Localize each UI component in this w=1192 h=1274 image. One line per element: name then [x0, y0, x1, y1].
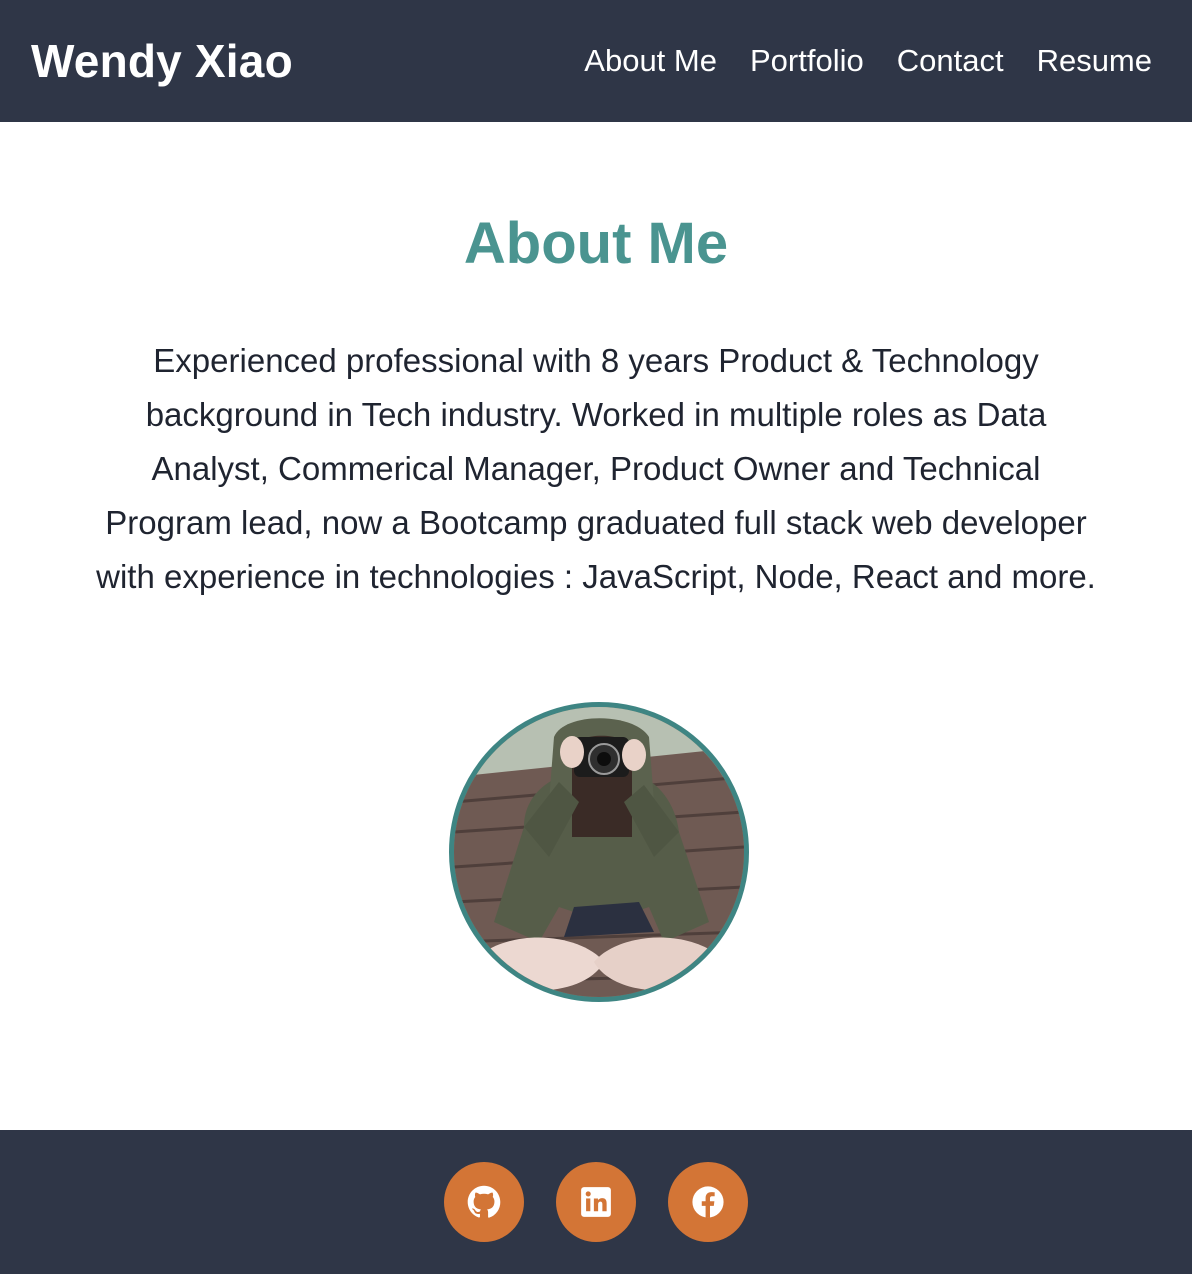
- linkedin-link[interactable]: [556, 1162, 636, 1242]
- site-header: Wendy Xiao About Me Portfolio Contact Re…: [0, 0, 1192, 122]
- site-footer: [0, 1130, 1192, 1274]
- nav-portfolio[interactable]: Portfolio: [750, 43, 864, 79]
- facebook-link[interactable]: [668, 1162, 748, 1242]
- linkedin-icon: [581, 1187, 611, 1217]
- nav-resume[interactable]: Resume: [1037, 43, 1152, 79]
- nav-about-me[interactable]: About Me: [584, 43, 717, 79]
- profile-photo-illustration: [454, 707, 744, 997]
- profile-photo: [449, 702, 749, 1002]
- page-title: About Me: [463, 211, 729, 276]
- main-nav: About Me Portfolio Contact Resume: [584, 43, 1152, 79]
- facebook-icon: [692, 1186, 724, 1218]
- site-brand[interactable]: Wendy Xiao: [31, 34, 293, 88]
- bio-text: Experienced professional with 8 years Pr…: [96, 342, 1096, 595]
- github-link[interactable]: [444, 1162, 524, 1242]
- about-section: About Me Experienced professional with 8…: [0, 122, 1192, 1130]
- github-icon: [467, 1185, 501, 1218]
- nav-contact[interactable]: Contact: [897, 43, 1004, 79]
